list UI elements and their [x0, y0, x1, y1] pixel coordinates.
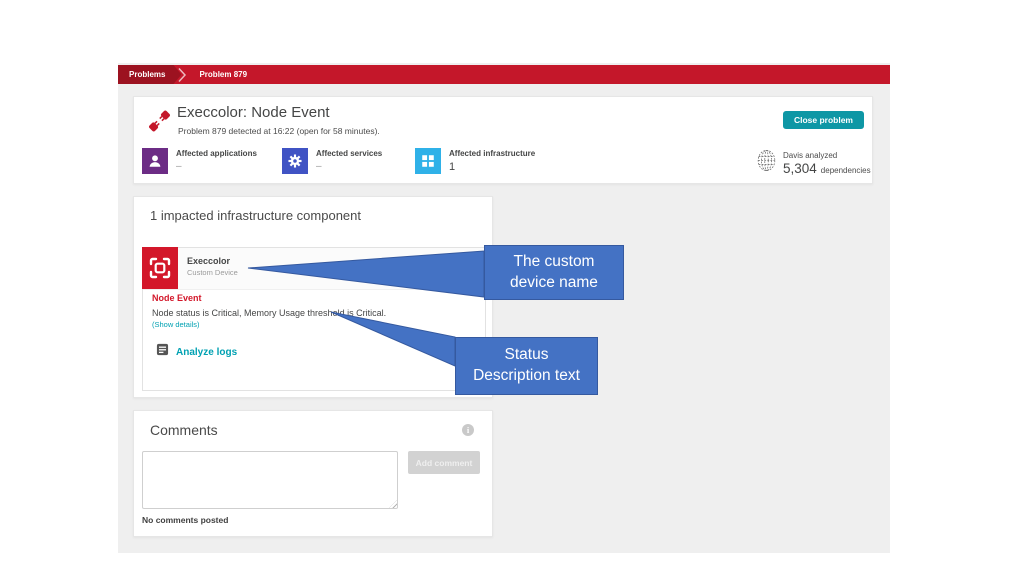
- device-box: Execcolor Custom Device Node Event Node …: [142, 247, 486, 391]
- problem-details-page: Problems Problem 879: [0, 0, 1024, 576]
- problem-header-card: Execcolor: Node Event Problem 879 detect…: [133, 96, 873, 184]
- page-title: Execcolor: Node Event: [177, 104, 330, 121]
- problem-subtitle: Problem 879 detected at 16:22 (open for …: [178, 126, 380, 136]
- device-name-link[interactable]: Execcolor: [187, 256, 238, 266]
- affected-applications: Affected applications –: [142, 148, 257, 174]
- add-comment-button[interactable]: Add comment: [408, 451, 480, 474]
- affected-infrastructure-value: 1: [449, 161, 535, 173]
- breadcrumb-problems[interactable]: Problems: [118, 65, 181, 84]
- breadcrumb-current[interactable]: Problem 879: [187, 65, 247, 84]
- gear-icon: [282, 148, 308, 174]
- info-icon[interactable]: i: [462, 424, 474, 436]
- no-comments-text: No comments posted: [142, 515, 228, 525]
- analyze-logs-label: Analyze logs: [176, 347, 237, 358]
- callout-custom-device-name-text: The custom device name: [493, 252, 615, 294]
- comments-card: Comments i Add comment No comments poste…: [133, 410, 493, 537]
- event-title: Node Event: [152, 293, 202, 303]
- comment-input-wrapper: [142, 451, 398, 509]
- davis-dependencies-label: dependencies: [821, 166, 871, 175]
- comments-heading: Comments: [150, 422, 218, 438]
- davis-analyzed-label: Davis analyzed: [783, 151, 871, 160]
- affected-infrastructure-label: Affected infrastructure: [449, 149, 535, 158]
- callout-custom-device-name: The custom device name: [484, 245, 624, 300]
- device-header: Execcolor Custom Device: [143, 248, 485, 290]
- event-description: Node status is Critical, Memory Usage th…: [152, 308, 386, 318]
- davis-analysis: Davis analyzed 5,304 dependencies: [756, 147, 871, 179]
- impacted-heading: 1 impacted infrastructure component: [150, 208, 361, 223]
- affected-applications-label: Affected applications: [176, 149, 257, 158]
- davis-ai-icon: [756, 147, 777, 179]
- callout-status-description-text: Status Description text: [464, 345, 589, 387]
- user-icon: [142, 148, 168, 174]
- affected-services-value: –: [316, 161, 382, 172]
- broken-connection-icon: [147, 108, 172, 134]
- analyze-logs-link[interactable]: Analyze logs: [156, 343, 237, 361]
- custom-device-icon: [142, 247, 178, 289]
- breadcrumb: Problems Problem 879: [118, 65, 890, 84]
- affected-infrastructure: Affected infrastructure 1: [415, 148, 535, 174]
- device-type-label: Custom Device: [187, 268, 238, 277]
- davis-dependency-count: 5,304: [783, 161, 817, 176]
- infrastructure-icon: [415, 148, 441, 174]
- impacted-infrastructure-card: 1 impacted infrastructure component Ex: [133, 196, 493, 398]
- comment-input[interactable]: [142, 451, 398, 509]
- close-problem-button[interactable]: Close problem: [783, 111, 864, 129]
- affected-services-label: Affected services: [316, 149, 382, 158]
- show-details-link[interactable]: (Show details): [152, 320, 200, 329]
- affected-applications-value: –: [176, 161, 257, 172]
- log-file-icon: [156, 343, 169, 361]
- breadcrumb-current-label: Problem 879: [199, 70, 247, 79]
- callout-status-description: Status Description text: [455, 337, 598, 395]
- breadcrumb-problems-label: Problems: [129, 70, 165, 79]
- affected-services: Affected services –: [282, 148, 382, 174]
- page-canvas: Problems Problem 879: [118, 63, 890, 553]
